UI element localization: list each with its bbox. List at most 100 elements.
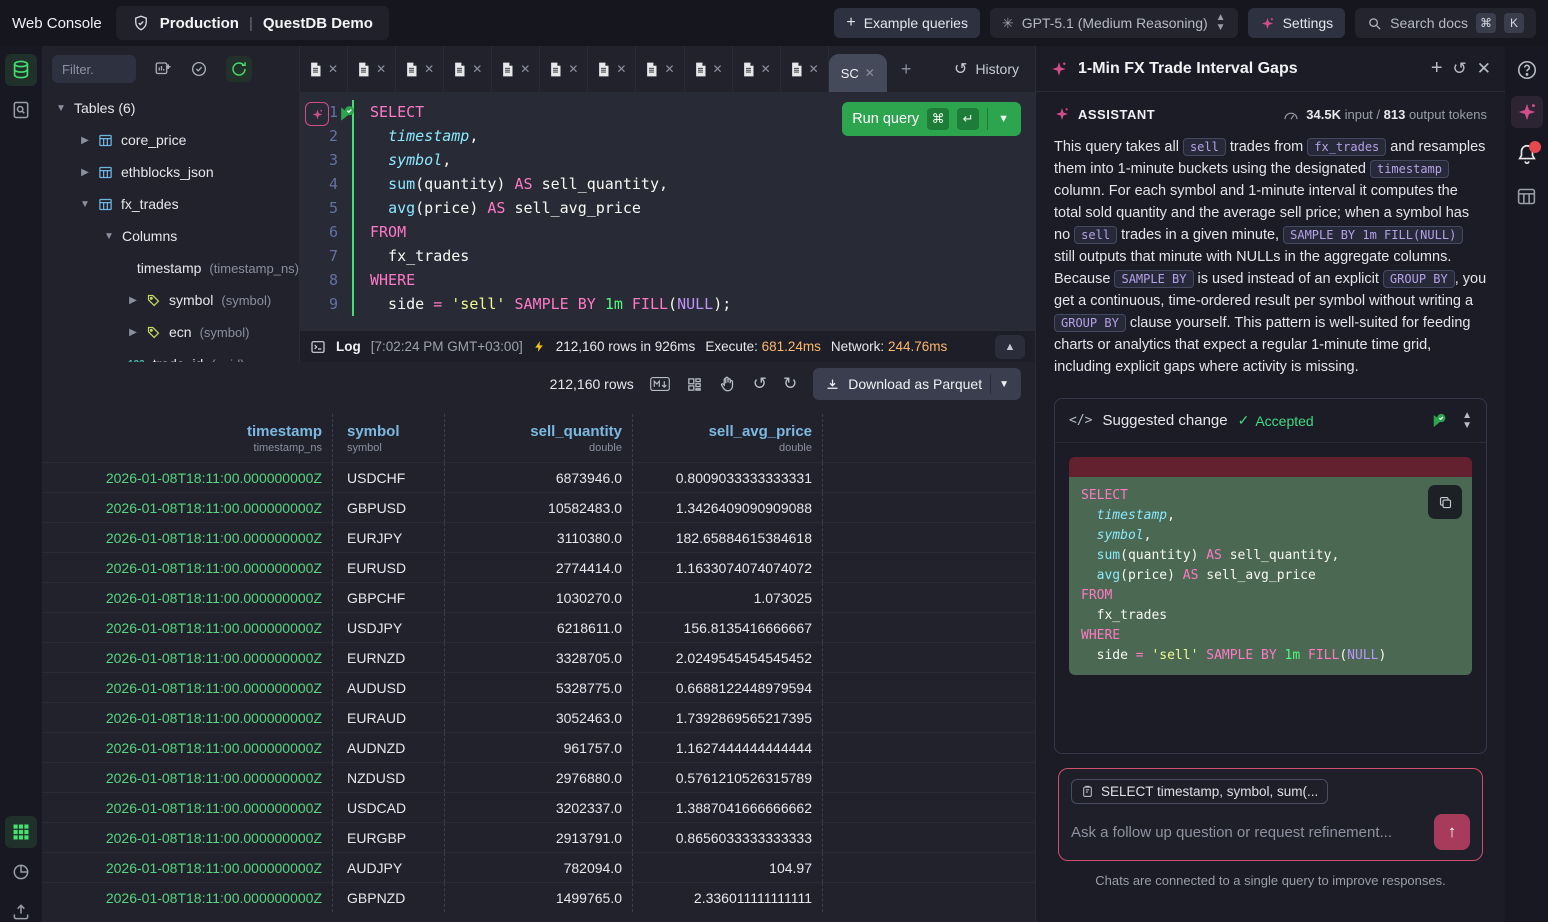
- table-row[interactable]: 2026-01-08T18:11:00.000000000ZAUDJPY7820…: [42, 852, 1035, 882]
- instance-badge[interactable]: Production | QuestDB Demo: [116, 6, 389, 40]
- query-log-icon[interactable]: [5, 94, 37, 126]
- cell-sell-quantity: 3202337.0: [445, 793, 633, 822]
- editor-tab[interactable]: ✕: [636, 46, 684, 92]
- assistant-rail-icon[interactable]: [1511, 96, 1543, 128]
- table-row[interactable]: 2026-01-08T18:11:00.000000000ZUSDCHF6873…: [42, 462, 1035, 492]
- table-row[interactable]: 2026-01-08T18:11:00.000000000ZGBPNZD1499…: [42, 882, 1035, 912]
- table-row[interactable]: 2026-01-08T18:11:00.000000000ZEURJPY3110…: [42, 522, 1035, 552]
- editor-tab[interactable]: ✕: [492, 46, 540, 92]
- settings-button[interactable]: Settings: [1248, 8, 1346, 38]
- download-parquet-button[interactable]: Download as Parquet ▼: [813, 368, 1021, 400]
- run-query-button[interactable]: Run query ⌘ ↵ ▼: [842, 102, 1021, 136]
- add-table-icon[interactable]: [154, 60, 172, 78]
- collapse-log-button[interactable]: ▲: [995, 335, 1025, 359]
- table-row[interactable]: 2026-01-08T18:11:00.000000000ZGBPUSD1058…: [42, 492, 1035, 522]
- tree-columns-folder[interactable]: ▼ Columns: [42, 220, 299, 252]
- query-success-marker-icon[interactable]: [337, 104, 357, 124]
- search-docs-button[interactable]: Search docs ⌘ K: [1355, 8, 1536, 38]
- column-header-symbol[interactable]: symbol symbol: [333, 414, 445, 462]
- sql-editor[interactable]: 1SELECT2 timestamp,3 symbol,4 sum(quanti…: [300, 92, 1035, 330]
- history-button[interactable]: ↺ History: [938, 59, 1035, 79]
- layout-grid-icon[interactable]: [686, 376, 703, 393]
- close-tab-icon[interactable]: ✕: [713, 62, 723, 76]
- table-row[interactable]: 2026-01-08T18:11:00.000000000ZEURUSD2774…: [42, 552, 1035, 582]
- query-context-chip[interactable]: SELECT timestamp, symbol, sum(...: [1071, 779, 1328, 804]
- check-circle-icon[interactable]: [190, 60, 208, 78]
- help-icon[interactable]: [1511, 54, 1543, 86]
- close-panel-icon[interactable]: ✕: [1477, 59, 1491, 79]
- filter-input[interactable]: [52, 55, 136, 83]
- close-tab-icon[interactable]: ✕: [568, 62, 578, 76]
- active-editor-tab[interactable]: SC ✕: [829, 54, 887, 92]
- table-row[interactable]: 2026-01-08T18:11:00.000000000ZNZDUSD2976…: [42, 762, 1035, 792]
- editor-tab[interactable]: ✕: [348, 46, 396, 92]
- code-icon: </>: [1069, 413, 1092, 428]
- table-row[interactable]: 2026-01-08T18:11:00.000000000ZAUDUSD5328…: [42, 672, 1035, 702]
- table-row[interactable]: 2026-01-08T18:11:00.000000000ZEURAUD3052…: [42, 702, 1035, 732]
- column-header-sell-avg-price[interactable]: sell_avg_price double: [633, 414, 823, 462]
- table-row[interactable]: 2026-01-08T18:11:00.000000000ZEURGBP2913…: [42, 822, 1035, 852]
- send-button[interactable]: ↑: [1434, 814, 1470, 850]
- close-tab-icon[interactable]: ✕: [664, 62, 674, 76]
- close-tab-icon[interactable]: ✕: [761, 62, 771, 76]
- applied-branch-icon[interactable]: [1430, 412, 1448, 430]
- editor-tab[interactable]: ✕: [300, 46, 348, 92]
- new-tab-button[interactable]: +: [887, 59, 926, 80]
- table-row[interactable]: 2026-01-08T18:11:00.000000000ZUSDCAD3202…: [42, 792, 1035, 822]
- table-row[interactable]: 2026-01-08T18:11:00.000000000ZAUDNZD9617…: [42, 732, 1035, 762]
- editor-tab[interactable]: ✕: [444, 46, 492, 92]
- notifications-bell-icon[interactable]: [1511, 138, 1543, 170]
- table-panel-icon[interactable]: [1511, 180, 1543, 212]
- import-icon[interactable]: [5, 896, 37, 922]
- editor-tab[interactable]: ✕: [733, 46, 781, 92]
- chart-view-icon[interactable]: [5, 856, 37, 888]
- tree-column-symbol[interactable]: ▶ symbol (symbol): [42, 284, 299, 316]
- close-tab-icon[interactable]: ✕: [616, 62, 626, 76]
- tree-root-tables[interactable]: ▼ Tables (6): [42, 92, 299, 124]
- close-tab-icon[interactable]: ✕: [809, 62, 819, 76]
- tree-table-core-price[interactable]: ▶ core_price: [42, 124, 299, 156]
- close-tab-icon[interactable]: ✕: [376, 62, 386, 76]
- table-row[interactable]: 2026-01-08T18:11:00.000000000ZGBPCHF1030…: [42, 582, 1035, 612]
- editor-tab[interactable]: ✕: [396, 46, 444, 92]
- new-chat-icon[interactable]: +: [1431, 57, 1443, 80]
- close-tab-icon[interactable]: ✕: [865, 66, 875, 80]
- table-row[interactable]: 2026-01-08T18:11:00.000000000ZUSDJPY6218…: [42, 612, 1035, 642]
- close-tab-icon[interactable]: ✕: [328, 62, 338, 76]
- refresh-tables-icon[interactable]: [226, 56, 252, 82]
- editor-tab[interactable]: ✕: [781, 46, 829, 92]
- tree-column-timestamp[interactable]: timestamp (timestamp_ns): [42, 252, 299, 284]
- editor-tab[interactable]: ✕: [588, 46, 636, 92]
- copy-code-icon[interactable]: [1428, 485, 1462, 519]
- chat-history-icon[interactable]: ↺: [1453, 59, 1467, 79]
- followup-placeholder[interactable]: Ask a follow up question or request refi…: [1071, 824, 1434, 841]
- refresh-results-icon[interactable]: ↻: [783, 374, 797, 394]
- tree-table-fx-trades[interactable]: ▼ fx_trades: [42, 188, 299, 220]
- ai-sparkle-icon[interactable]: [305, 102, 329, 126]
- example-queries-button[interactable]: + Example queries: [834, 8, 980, 38]
- column-header-timestamp[interactable]: timestamp timestamp_ns: [42, 414, 333, 462]
- notification-dot: [1529, 141, 1541, 153]
- followup-input-box[interactable]: SELECT timestamp, symbol, sum(... Ask a …: [1058, 768, 1483, 861]
- expand-collapse-icon[interactable]: ▲▼: [1462, 411, 1472, 431]
- tables-panel-icon[interactable]: [5, 54, 37, 86]
- restore-history-icon[interactable]: ↺: [753, 374, 767, 394]
- model-selector[interactable]: ✳ GPT-5.1 (Medium Reasoning) ▲▼: [990, 8, 1238, 38]
- run-options-chevron-icon[interactable]: ▼: [996, 113, 1011, 125]
- editor-tab[interactable]: ✕: [685, 46, 733, 92]
- close-tab-icon[interactable]: ✕: [424, 62, 434, 76]
- grid-view-icon[interactable]: [5, 816, 37, 848]
- column-header-sell-quantity[interactable]: sell_quantity double: [445, 414, 633, 462]
- download-options-chevron-icon[interactable]: ▼: [999, 379, 1009, 390]
- pan-hand-icon[interactable]: [719, 375, 737, 393]
- tree-table-ethblocks-json[interactable]: ▶ ethblocks_json: [42, 156, 299, 188]
- tree-column-trade-id[interactable]: 123 trade_id (uuid): [42, 348, 299, 362]
- cell-timestamp: 2026-01-08T18:11:00.000000000Z: [42, 553, 333, 582]
- tree-column-ecn[interactable]: ▶ ecn (symbol): [42, 316, 299, 348]
- close-tab-icon[interactable]: ✕: [472, 62, 482, 76]
- markdown-export-icon[interactable]: [650, 376, 670, 392]
- table-row[interactable]: 2026-01-08T18:11:00.000000000ZEURNZD3328…: [42, 642, 1035, 672]
- clipboard-icon: [1081, 785, 1094, 798]
- close-tab-icon[interactable]: ✕: [520, 62, 530, 76]
- editor-tab[interactable]: ✕: [540, 46, 588, 92]
